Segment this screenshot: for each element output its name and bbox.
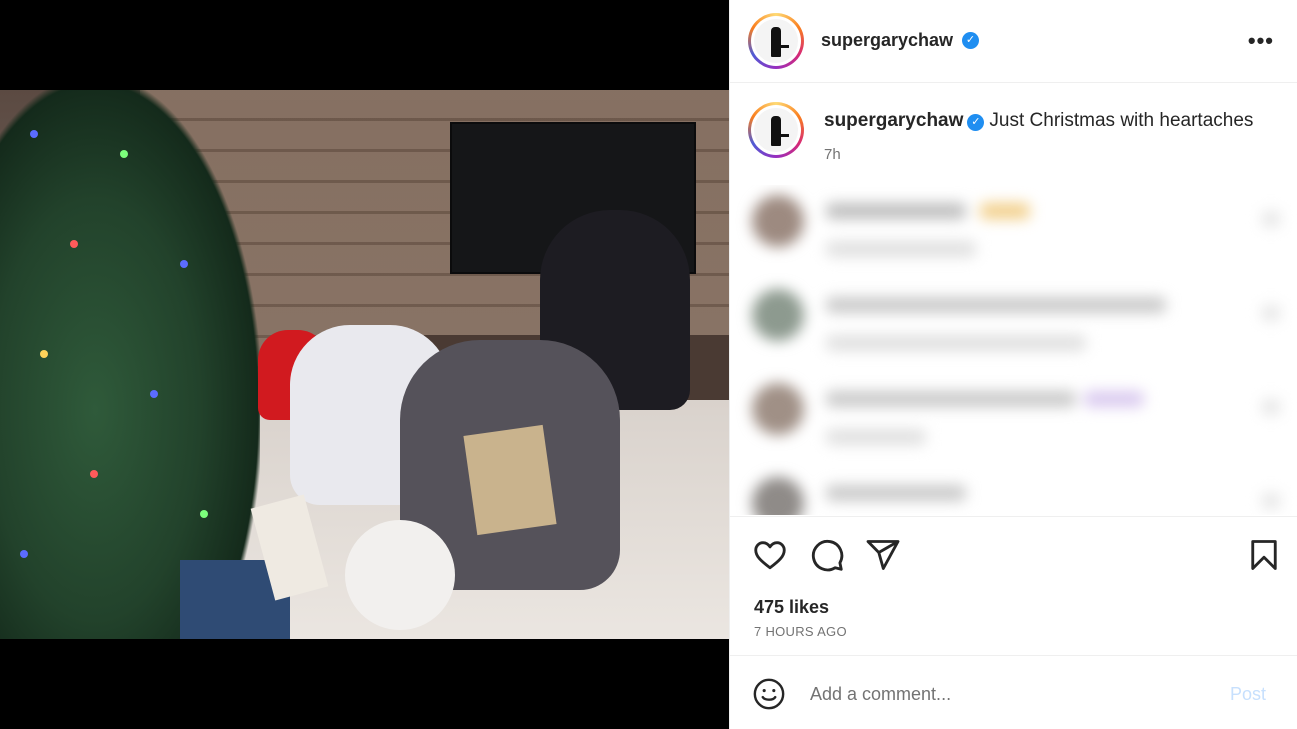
post-photo[interactable] [0,90,729,639]
comment-composer: Post [730,657,1297,729]
avatar [752,383,804,435]
comment-heart-icon[interactable] [1262,211,1280,227]
photo-white-dog [345,520,455,630]
photo-gift-bag [463,424,557,536]
comment-input[interactable] [810,681,1210,707]
avatar[interactable] [748,13,804,69]
post-sidebar: supergarychaw ✓ ••• supergarychaw ✓ Just C… [729,0,1297,729]
comment-heart-icon[interactable] [1262,493,1280,509]
post-username[interactable]: supergarychaw [821,30,953,51]
list-item[interactable] [748,375,1288,455]
post-comment-button[interactable]: Post [1230,684,1266,705]
caption-text: Just Christmas with heartaches [989,110,1254,131]
post-time[interactable]: 7 HOURS AGO [754,624,847,639]
send-icon[interactable] [865,537,901,573]
avatar-image [754,19,798,63]
photo-christmas-tree [0,90,260,639]
comment-heart-icon[interactable] [1262,305,1280,321]
avatar [752,195,804,247]
list-item[interactable] [748,281,1288,361]
avatar [752,289,804,341]
list-item[interactable] [748,469,1288,515]
tree-light [200,510,208,518]
caption-timestamp[interactable]: 7h [824,146,841,163]
post-header: supergarychaw ✓ ••• [730,0,1297,83]
likes-count[interactable]: 475 likes [754,597,829,618]
bookmark-icon[interactable] [1246,537,1282,573]
caption-username[interactable]: supergarychaw [824,110,963,131]
avatar [752,477,804,515]
verified-badge-icon: ✓ [962,32,979,49]
tree-light [90,470,98,478]
tree-light [20,550,28,558]
tree-light [180,260,188,268]
comments-list [730,185,1297,515]
tree-light [150,390,158,398]
comment-icon[interactable] [809,537,845,573]
tree-light [40,350,48,358]
tree-light [120,150,128,158]
caption-avatar[interactable] [748,102,804,158]
post-actions: 475 likes 7 HOURS AGO [730,516,1297,656]
more-horizontal-icon[interactable]: ••• [1248,28,1274,54]
heart-icon[interactable] [752,537,788,573]
tree-light [70,240,78,248]
caption-line: supergarychaw ✓ Just Christmas with hearta… [824,110,1253,132]
comment-heart-icon[interactable] [1262,399,1280,415]
emoji-icon[interactable] [752,677,786,711]
verified-badge-icon: ✓ [967,114,985,131]
avatar-image [754,108,798,152]
tree-light [30,130,38,138]
post-caption: supergarychaw ✓ Just Christmas with hearta… [730,84,1297,184]
list-item[interactable] [748,187,1288,267]
post-media [0,0,729,729]
